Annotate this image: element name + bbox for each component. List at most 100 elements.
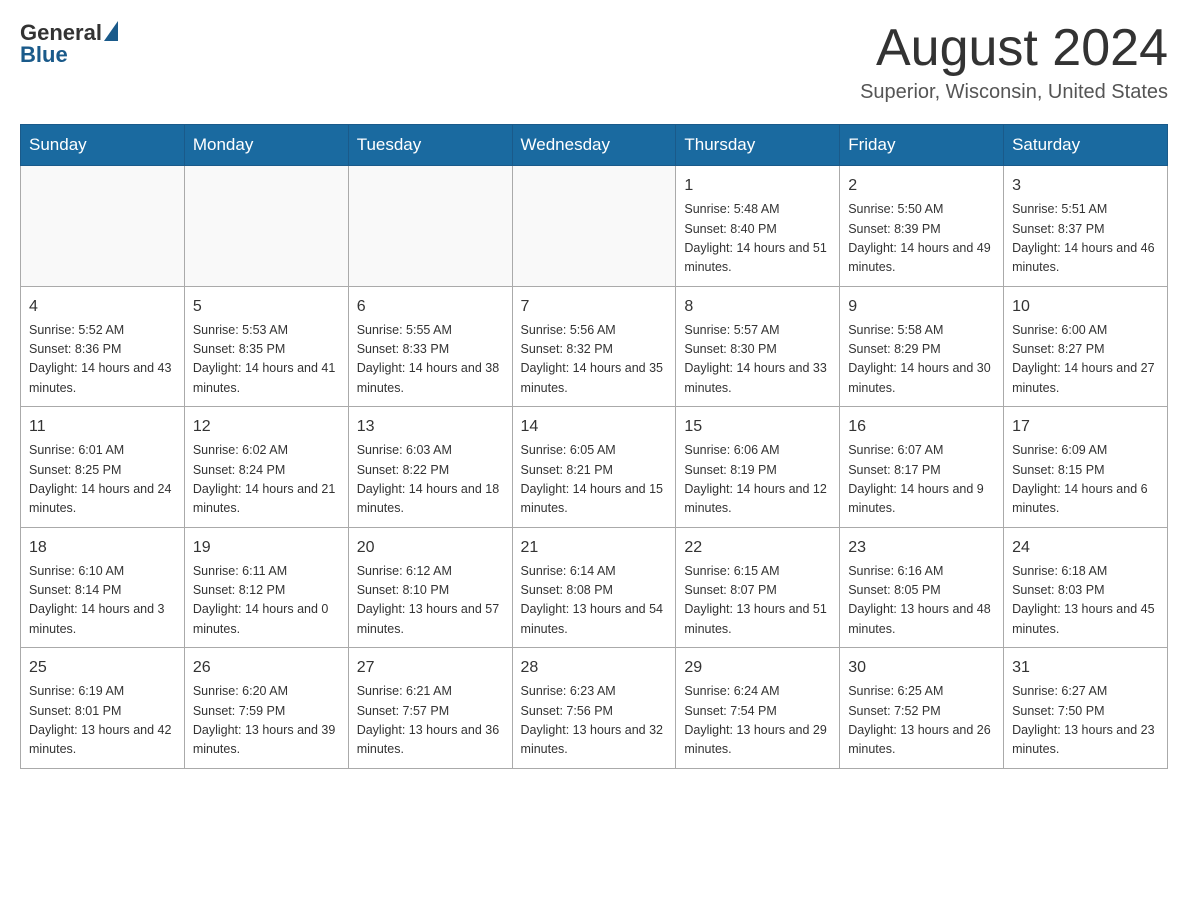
day-info: Sunrise: 5:53 AMSunset: 8:35 PMDaylight:… xyxy=(193,321,340,399)
day-header-saturday: Saturday xyxy=(1004,125,1168,166)
week-row-1: 1Sunrise: 5:48 AMSunset: 8:40 PMDaylight… xyxy=(21,166,1168,287)
calendar-cell xyxy=(184,166,348,287)
day-number: 22 xyxy=(684,536,831,560)
calendar-cell: 15Sunrise: 6:06 AMSunset: 8:19 PMDayligh… xyxy=(676,407,840,528)
day-number: 30 xyxy=(848,656,995,680)
location: Superior, Wisconsin, United States xyxy=(860,81,1168,104)
calendar-cell: 21Sunrise: 6:14 AMSunset: 8:08 PMDayligh… xyxy=(512,527,676,648)
calendar-cell: 5Sunrise: 5:53 AMSunset: 8:35 PMDaylight… xyxy=(184,286,348,407)
day-info: Sunrise: 5:52 AMSunset: 8:36 PMDaylight:… xyxy=(29,321,176,399)
day-info: Sunrise: 6:07 AMSunset: 8:17 PMDaylight:… xyxy=(848,441,995,519)
calendar-cell: 23Sunrise: 6:16 AMSunset: 8:05 PMDayligh… xyxy=(840,527,1004,648)
day-header-monday: Monday xyxy=(184,125,348,166)
calendar-cell: 29Sunrise: 6:24 AMSunset: 7:54 PMDayligh… xyxy=(676,648,840,769)
day-info: Sunrise: 5:50 AMSunset: 8:39 PMDaylight:… xyxy=(848,200,995,278)
day-number: 5 xyxy=(193,295,340,319)
day-info: Sunrise: 6:00 AMSunset: 8:27 PMDaylight:… xyxy=(1012,321,1159,399)
day-info: Sunrise: 5:48 AMSunset: 8:40 PMDaylight:… xyxy=(684,200,831,278)
day-number: 4 xyxy=(29,295,176,319)
day-number: 23 xyxy=(848,536,995,560)
day-header-thursday: Thursday xyxy=(676,125,840,166)
calendar-cell: 31Sunrise: 6:27 AMSunset: 7:50 PMDayligh… xyxy=(1004,648,1168,769)
logo-triangle-icon xyxy=(104,21,118,41)
month-title: August 2024 xyxy=(860,20,1168,77)
calendar-cell: 25Sunrise: 6:19 AMSunset: 8:01 PMDayligh… xyxy=(21,648,185,769)
calendar-table: SundayMondayTuesdayWednesdayThursdayFrid… xyxy=(20,124,1168,769)
day-number: 2 xyxy=(848,174,995,198)
day-header-wednesday: Wednesday xyxy=(512,125,676,166)
week-row-2: 4Sunrise: 5:52 AMSunset: 8:36 PMDaylight… xyxy=(21,286,1168,407)
day-number: 31 xyxy=(1012,656,1159,680)
day-info: Sunrise: 6:23 AMSunset: 7:56 PMDaylight:… xyxy=(521,682,668,760)
day-info: Sunrise: 6:12 AMSunset: 8:10 PMDaylight:… xyxy=(357,562,504,640)
day-number: 20 xyxy=(357,536,504,560)
day-number: 8 xyxy=(684,295,831,319)
calendar-header-row: SundayMondayTuesdayWednesdayThursdayFrid… xyxy=(21,125,1168,166)
day-info: Sunrise: 6:25 AMSunset: 7:52 PMDaylight:… xyxy=(848,682,995,760)
day-info: Sunrise: 6:14 AMSunset: 8:08 PMDaylight:… xyxy=(521,562,668,640)
day-number: 29 xyxy=(684,656,831,680)
calendar-cell: 18Sunrise: 6:10 AMSunset: 8:14 PMDayligh… xyxy=(21,527,185,648)
calendar-cell: 12Sunrise: 6:02 AMSunset: 8:24 PMDayligh… xyxy=(184,407,348,528)
day-info: Sunrise: 6:24 AMSunset: 7:54 PMDaylight:… xyxy=(684,682,831,760)
day-info: Sunrise: 5:57 AMSunset: 8:30 PMDaylight:… xyxy=(684,321,831,399)
day-info: Sunrise: 6:16 AMSunset: 8:05 PMDaylight:… xyxy=(848,562,995,640)
day-number: 24 xyxy=(1012,536,1159,560)
week-row-5: 25Sunrise: 6:19 AMSunset: 8:01 PMDayligh… xyxy=(21,648,1168,769)
day-info: Sunrise: 6:18 AMSunset: 8:03 PMDaylight:… xyxy=(1012,562,1159,640)
day-number: 19 xyxy=(193,536,340,560)
calendar-cell: 7Sunrise: 5:56 AMSunset: 8:32 PMDaylight… xyxy=(512,286,676,407)
day-info: Sunrise: 6:03 AMSunset: 8:22 PMDaylight:… xyxy=(357,441,504,519)
day-header-sunday: Sunday xyxy=(21,125,185,166)
day-header-friday: Friday xyxy=(840,125,1004,166)
day-number: 15 xyxy=(684,415,831,439)
week-row-4: 18Sunrise: 6:10 AMSunset: 8:14 PMDayligh… xyxy=(21,527,1168,648)
calendar-cell: 17Sunrise: 6:09 AMSunset: 8:15 PMDayligh… xyxy=(1004,407,1168,528)
day-number: 16 xyxy=(848,415,995,439)
calendar-cell: 27Sunrise: 6:21 AMSunset: 7:57 PMDayligh… xyxy=(348,648,512,769)
day-number: 3 xyxy=(1012,174,1159,198)
day-number: 14 xyxy=(521,415,668,439)
calendar-cell: 30Sunrise: 6:25 AMSunset: 7:52 PMDayligh… xyxy=(840,648,1004,769)
day-number: 12 xyxy=(193,415,340,439)
day-number: 13 xyxy=(357,415,504,439)
week-row-3: 11Sunrise: 6:01 AMSunset: 8:25 PMDayligh… xyxy=(21,407,1168,528)
calendar-cell: 26Sunrise: 6:20 AMSunset: 7:59 PMDayligh… xyxy=(184,648,348,769)
day-info: Sunrise: 6:10 AMSunset: 8:14 PMDaylight:… xyxy=(29,562,176,640)
day-info: Sunrise: 6:15 AMSunset: 8:07 PMDaylight:… xyxy=(684,562,831,640)
day-info: Sunrise: 5:51 AMSunset: 8:37 PMDaylight:… xyxy=(1012,200,1159,278)
calendar-cell: 19Sunrise: 6:11 AMSunset: 8:12 PMDayligh… xyxy=(184,527,348,648)
day-info: Sunrise: 5:55 AMSunset: 8:33 PMDaylight:… xyxy=(357,321,504,399)
calendar-cell: 24Sunrise: 6:18 AMSunset: 8:03 PMDayligh… xyxy=(1004,527,1168,648)
day-info: Sunrise: 5:58 AMSunset: 8:29 PMDaylight:… xyxy=(848,321,995,399)
day-info: Sunrise: 6:21 AMSunset: 7:57 PMDaylight:… xyxy=(357,682,504,760)
calendar-cell: 28Sunrise: 6:23 AMSunset: 7:56 PMDayligh… xyxy=(512,648,676,769)
logo-blue-text: Blue xyxy=(20,42,68,68)
calendar-cell: 1Sunrise: 5:48 AMSunset: 8:40 PMDaylight… xyxy=(676,166,840,287)
calendar-cell: 20Sunrise: 6:12 AMSunset: 8:10 PMDayligh… xyxy=(348,527,512,648)
calendar-cell: 2Sunrise: 5:50 AMSunset: 8:39 PMDaylight… xyxy=(840,166,1004,287)
day-number: 26 xyxy=(193,656,340,680)
day-number: 1 xyxy=(684,174,831,198)
calendar-cell xyxy=(512,166,676,287)
calendar-cell: 16Sunrise: 6:07 AMSunset: 8:17 PMDayligh… xyxy=(840,407,1004,528)
day-info: Sunrise: 6:02 AMSunset: 8:24 PMDaylight:… xyxy=(193,441,340,519)
day-info: Sunrise: 6:05 AMSunset: 8:21 PMDaylight:… xyxy=(521,441,668,519)
day-number: 10 xyxy=(1012,295,1159,319)
day-number: 9 xyxy=(848,295,995,319)
day-info: Sunrise: 6:19 AMSunset: 8:01 PMDaylight:… xyxy=(29,682,176,760)
calendar-cell: 8Sunrise: 5:57 AMSunset: 8:30 PMDaylight… xyxy=(676,286,840,407)
day-info: Sunrise: 6:09 AMSunset: 8:15 PMDaylight:… xyxy=(1012,441,1159,519)
day-number: 17 xyxy=(1012,415,1159,439)
day-info: Sunrise: 6:27 AMSunset: 7:50 PMDaylight:… xyxy=(1012,682,1159,760)
page-header: General Blue August 2024 Superior, Wisco… xyxy=(20,20,1168,104)
day-number: 7 xyxy=(521,295,668,319)
day-info: Sunrise: 6:06 AMSunset: 8:19 PMDaylight:… xyxy=(684,441,831,519)
logo: General Blue xyxy=(20,20,118,68)
day-info: Sunrise: 6:01 AMSunset: 8:25 PMDaylight:… xyxy=(29,441,176,519)
day-info: Sunrise: 5:56 AMSunset: 8:32 PMDaylight:… xyxy=(521,321,668,399)
calendar-cell xyxy=(21,166,185,287)
day-number: 18 xyxy=(29,536,176,560)
calendar-cell xyxy=(348,166,512,287)
day-number: 11 xyxy=(29,415,176,439)
